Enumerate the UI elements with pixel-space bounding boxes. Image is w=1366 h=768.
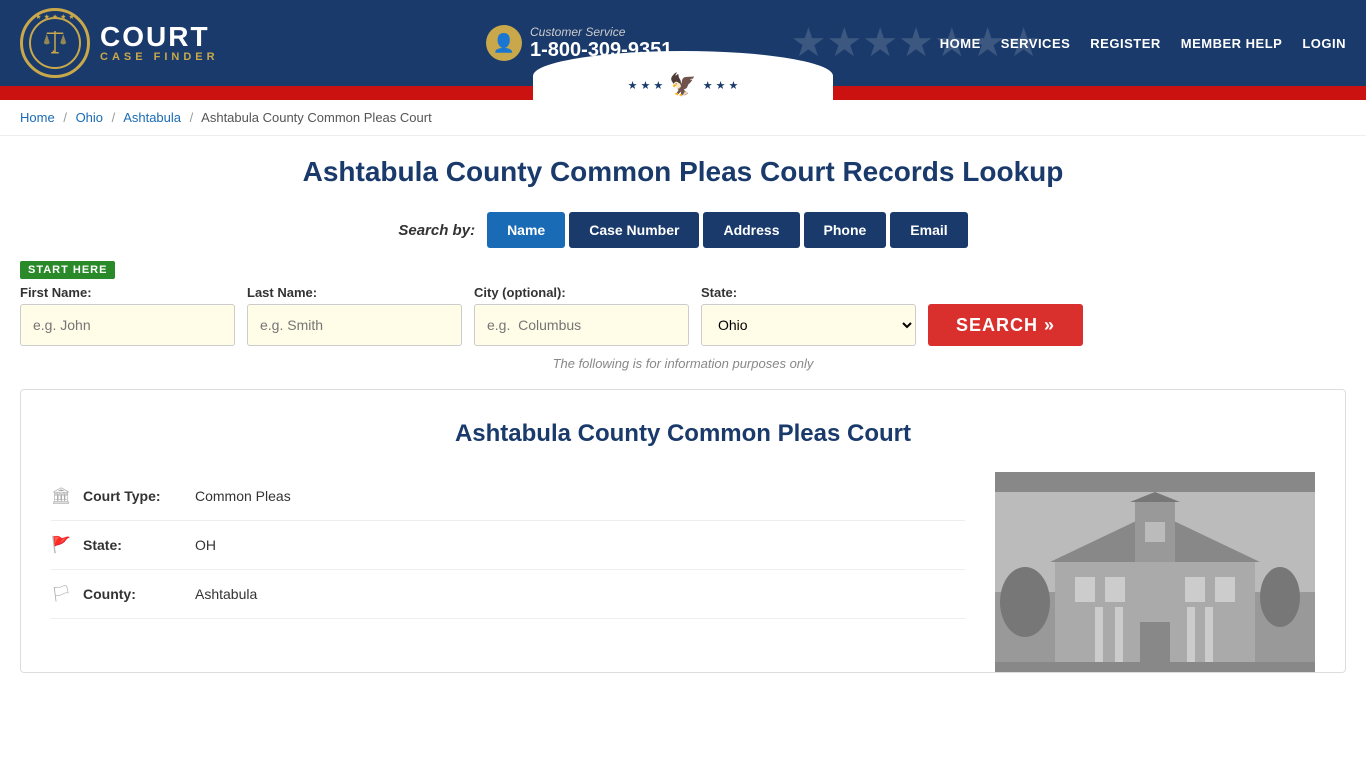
tab-email[interactable]: Email [890, 212, 967, 248]
start-here-badge: START HERE [20, 261, 115, 279]
state-group: State: AlabamaAlaskaArizonaArkansasCalif… [701, 285, 916, 346]
phone-icon: 👤 [486, 25, 522, 61]
main-nav: HOME SERVICES REGISTER MEMBER HELP LOGIN [940, 36, 1346, 51]
nav-login[interactable]: LOGIN [1302, 36, 1346, 51]
first-name-input[interactable] [20, 304, 235, 346]
eagle-icon: 🦅 [669, 72, 696, 98]
logo-circle-inner: ★★★★★ [29, 17, 81, 69]
page-title: Ashtabula County Common Pleas Court Reco… [20, 156, 1346, 188]
state-select[interactable]: AlabamaAlaskaArizonaArkansasCaliforniaCo… [701, 304, 916, 346]
tab-case-number[interactable]: Case Number [569, 212, 699, 248]
state-info-value: OH [195, 537, 216, 553]
breadcrumb-sep-3: / [190, 110, 194, 125]
state-icon: 🚩 [51, 535, 71, 555]
search-button[interactable]: SEARCH » [928, 304, 1083, 346]
county-row: 🏳 County: Ashtabula [51, 570, 965, 619]
logo-stars: ★★★★★ [35, 13, 74, 21]
first-name-group: First Name: [20, 285, 235, 346]
wave-eagle: ★★★ 🦅 ★★★ [628, 72, 739, 98]
county-value: Ashtabula [195, 586, 257, 602]
breadcrumb-home[interactable]: Home [20, 110, 55, 125]
court-building-image [995, 472, 1315, 672]
building-svg [995, 492, 1315, 672]
state-info-label: State: [83, 537, 183, 553]
tab-address[interactable]: Address [703, 212, 799, 248]
nav-home[interactable]: HOME [940, 36, 981, 51]
first-name-label: First Name: [20, 285, 235, 300]
breadcrumb-sep-1: / [63, 110, 67, 125]
disclaimer-text: The following is for information purpose… [20, 356, 1346, 371]
nav-member-help[interactable]: MEMBER HELP [1181, 36, 1283, 51]
info-card: Ashtabula County Common Pleas Court 🏛 Co… [20, 389, 1346, 673]
logo-text: COURT CASE FINDER [100, 23, 219, 63]
tab-phone[interactable]: Phone [804, 212, 887, 248]
search-form-area: START HERE First Name: Last Name: City (… [20, 260, 1346, 346]
state-row: 🚩 State: OH [51, 521, 965, 570]
breadcrumb-ashtabula[interactable]: Ashtabula [123, 110, 181, 125]
stars-right: ★★★ [703, 79, 739, 92]
court-type-value: Common Pleas [195, 488, 291, 504]
site-logo: ★★★★★ COURT CASE FINDER [20, 8, 219, 78]
customer-service-label: Customer Service [530, 25, 672, 39]
red-wave-bar: ★★★ 🦅 ★★★ [0, 86, 1366, 100]
form-row: First Name: Last Name: City (optional): … [20, 285, 1346, 346]
court-type-row: 🏛 Court Type: Common Pleas [51, 472, 965, 521]
court-details: 🏛 Court Type: Common Pleas 🚩 State: OH 🏳… [51, 472, 965, 672]
city-input[interactable] [474, 304, 689, 346]
court-type-label: Court Type: [83, 488, 183, 504]
stars-left: ★★★ [628, 79, 664, 92]
building-icon: 🏛 [51, 486, 71, 506]
breadcrumb-current: Ashtabula County Common Pleas Court [201, 110, 432, 125]
search-by-row: Search by: Name Case Number Address Phon… [20, 212, 1346, 248]
search-by-label: Search by: [398, 222, 475, 239]
nav-register[interactable]: REGISTER [1090, 36, 1160, 51]
info-card-body: 🏛 Court Type: Common Pleas 🚩 State: OH 🏳… [51, 472, 1315, 672]
city-label: City (optional): [474, 285, 689, 300]
last-name-group: Last Name: [247, 285, 462, 346]
nav-services[interactable]: SERVICES [1001, 36, 1071, 51]
city-group: City (optional): [474, 285, 689, 346]
logo-case-finder-text: CASE FINDER [100, 51, 219, 63]
tab-name[interactable]: Name [487, 212, 565, 248]
last-name-label: Last Name: [247, 285, 462, 300]
logo-scales-icon [40, 28, 70, 58]
county-label: County: [83, 586, 183, 602]
breadcrumb-sep-2: / [112, 110, 116, 125]
county-icon: 🏳 [51, 584, 71, 604]
breadcrumb: Home / Ohio / Ashtabula / Ashtabula Coun… [0, 100, 1366, 136]
info-card-title: Ashtabula County Common Pleas Court [51, 420, 1315, 448]
state-label: State: [701, 285, 916, 300]
main-content: Ashtabula County Common Pleas Court Reco… [0, 136, 1366, 693]
logo-court-text: COURT [100, 23, 210, 51]
last-name-input[interactable] [247, 304, 462, 346]
logo-circle: ★★★★★ [20, 8, 90, 78]
breadcrumb-ohio[interactable]: Ohio [76, 110, 103, 125]
